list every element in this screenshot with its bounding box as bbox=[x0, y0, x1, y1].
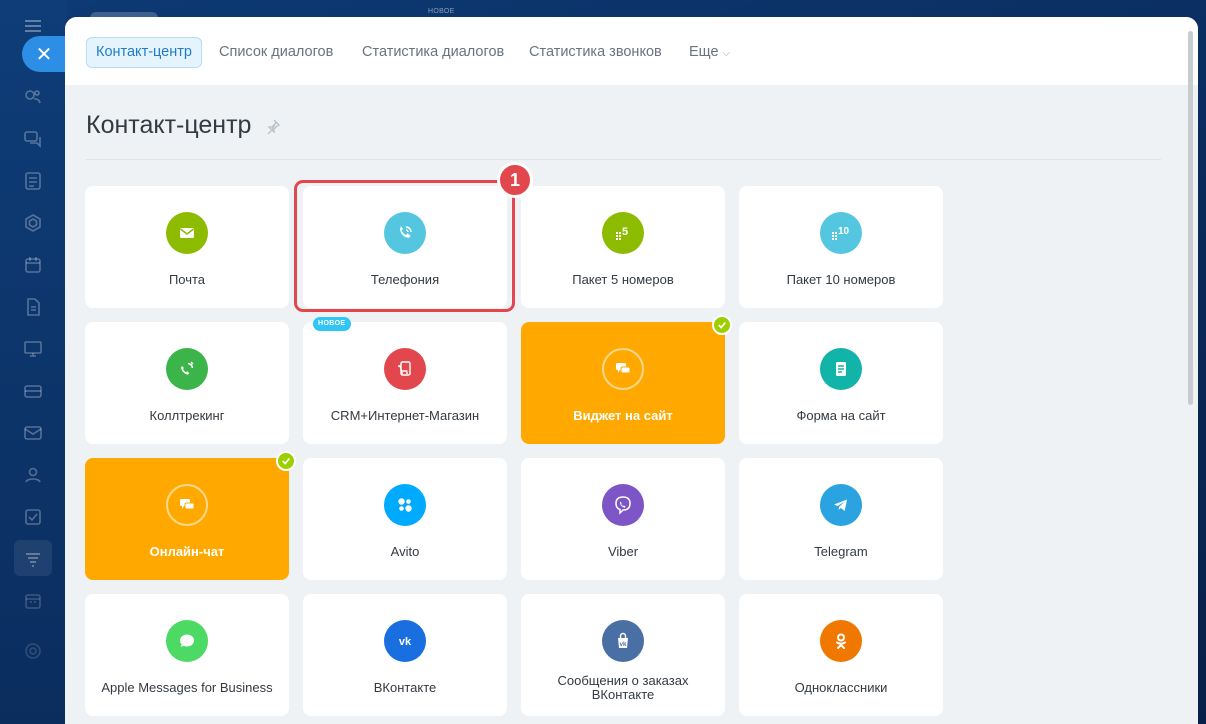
tab-call-stats[interactable]: Статистика звонков bbox=[520, 37, 671, 68]
telegram-icon bbox=[820, 484, 862, 526]
close-icon: ✕ bbox=[35, 42, 53, 66]
tab-label: Статистика звонков bbox=[529, 44, 662, 60]
contact-center-panel: Контакт-центр Список диалогов Статистика… bbox=[65, 17, 1198, 724]
tab-label: Список диалогов bbox=[219, 44, 334, 60]
card-online-chat[interactable]: Онлайн-чат bbox=[85, 451, 296, 580]
sidebar-feed-icon[interactable] bbox=[22, 170, 44, 192]
card-label: Почта bbox=[168, 272, 206, 287]
sidebar-crm-icon[interactable] bbox=[22, 86, 44, 108]
vk-icon: vk bbox=[384, 620, 426, 662]
pin-icon[interactable] bbox=[265, 118, 281, 134]
card-label: Форма на сайт bbox=[796, 408, 886, 423]
card-label: Avito bbox=[390, 544, 420, 559]
card-telegram[interactable]: Telegram bbox=[739, 458, 943, 580]
card-label: Коллтрекинг bbox=[149, 408, 225, 423]
tab-more[interactable]: Еще ⌵ bbox=[680, 37, 739, 68]
left-sidebar bbox=[0, 0, 66, 724]
sidebar-docs-icon[interactable] bbox=[22, 296, 44, 318]
background-new-badge: НОВОЕ bbox=[428, 8, 455, 15]
card-label: Apple Messages for Business bbox=[101, 680, 273, 695]
card-site-widget[interactable]: Виджет на сайт bbox=[521, 315, 732, 444]
form-icon bbox=[820, 348, 862, 390]
tab-label: Еще bbox=[689, 44, 719, 60]
card-label: Онлайн-чат bbox=[149, 544, 225, 559]
chevron-down-icon: ⌵ bbox=[722, 48, 731, 59]
connected-check-icon bbox=[276, 451, 296, 471]
svg-text:5: 5 bbox=[622, 226, 628, 238]
highlight-frame bbox=[294, 180, 515, 312]
sidebar-settings-icon[interactable] bbox=[22, 640, 44, 662]
card-package-10[interactable]: 10 Пакет 10 номеров bbox=[739, 186, 943, 308]
chat-widget-icon bbox=[602, 348, 644, 390]
card-apple-messages[interactable]: Apple Messages for Business bbox=[85, 594, 289, 716]
shop-cart-icon bbox=[384, 348, 426, 390]
card-label: Пакет 10 номеров bbox=[786, 272, 896, 287]
tabs-bar: Контакт-центр Список диалогов Статистика… bbox=[65, 17, 1198, 85]
tab-label: Контакт-центр bbox=[96, 44, 192, 60]
sidebar-chat-icon[interactable] bbox=[22, 128, 44, 150]
sidebar-tasks-icon[interactable] bbox=[22, 506, 44, 528]
calltracking-icon bbox=[166, 348, 208, 390]
tab-dialog-stats[interactable]: Статистика диалогов bbox=[353, 37, 513, 68]
card-label: Одноклассники bbox=[794, 680, 888, 695]
svg-text:vk: vk bbox=[620, 642, 627, 648]
sidebar-drive-icon[interactable] bbox=[22, 380, 44, 402]
card-label: Telegram bbox=[814, 544, 868, 559]
connected-check-icon bbox=[712, 315, 732, 335]
mail-icon bbox=[166, 212, 208, 254]
card-site-form[interactable]: Форма на сайт bbox=[739, 322, 943, 444]
svg-text:10: 10 bbox=[838, 226, 850, 237]
card-mail[interactable]: Почта bbox=[85, 186, 289, 308]
dialpad-10-icon: 10 bbox=[820, 212, 862, 254]
sidebar-mail-icon[interactable] bbox=[22, 422, 44, 444]
viber-icon bbox=[602, 484, 644, 526]
card-odnoklassniki[interactable]: Одноклассники bbox=[739, 594, 943, 716]
step-marker: 1 bbox=[497, 162, 533, 198]
tab-contact-center[interactable]: Контакт-центр bbox=[86, 37, 202, 68]
apple-messages-icon bbox=[166, 620, 208, 662]
sidebar-contacts-icon[interactable] bbox=[22, 464, 44, 486]
menu-icon[interactable] bbox=[25, 20, 41, 32]
card-avito[interactable]: Avito bbox=[303, 458, 507, 580]
sidebar-schedule-icon[interactable] bbox=[22, 590, 44, 612]
tab-dialog-list[interactable]: Список диалогов bbox=[210, 37, 342, 68]
card-calltracking[interactable]: Коллтрекинг bbox=[85, 322, 289, 444]
close-slider-button[interactable]: ✕ bbox=[22, 36, 66, 72]
sidebar-hexagon-icon[interactable] bbox=[22, 212, 44, 234]
card-crm-shop[interactable]: НОВОЕ CRM+Интернет-Магазин bbox=[303, 317, 507, 444]
card-label: Виджет на сайт bbox=[573, 408, 673, 423]
dialpad-5-icon: 5 bbox=[602, 212, 644, 254]
sidebar-calendar-icon[interactable] bbox=[22, 254, 44, 276]
scrollbar[interactable] bbox=[1188, 31, 1193, 405]
card-vk-orders[interactable]: vk Сообщения о заказах ВКонтакте bbox=[521, 594, 725, 716]
vk-orders-icon: vk bbox=[602, 620, 644, 662]
online-chat-icon bbox=[166, 484, 208, 526]
card-vk[interactable]: vk ВКонтакте bbox=[303, 594, 507, 716]
card-viber[interactable]: Viber bbox=[521, 458, 725, 580]
card-package-5[interactable]: 5 Пакет 5 номеров bbox=[521, 186, 725, 308]
divider bbox=[86, 159, 1161, 160]
card-label: Сообщения о заказах ВКонтакте bbox=[557, 673, 689, 702]
new-badge: НОВОЕ bbox=[313, 317, 351, 331]
page-title: Контакт-центр bbox=[86, 111, 252, 139]
card-label: Viber bbox=[607, 544, 639, 559]
card-label: Пакет 5 номеров bbox=[572, 272, 674, 287]
svg-text:vk: vk bbox=[399, 636, 412, 648]
card-label: CRM+Интернет-Магазин bbox=[330, 408, 480, 423]
card-label: ВКонтакте bbox=[373, 680, 437, 695]
ok-icon bbox=[820, 620, 862, 662]
tab-label: Статистика диалогов bbox=[362, 44, 505, 60]
sidebar-funnel-icon[interactable] bbox=[22, 548, 44, 570]
sidebar-board-icon[interactable] bbox=[22, 338, 44, 360]
avito-icon bbox=[384, 484, 426, 526]
